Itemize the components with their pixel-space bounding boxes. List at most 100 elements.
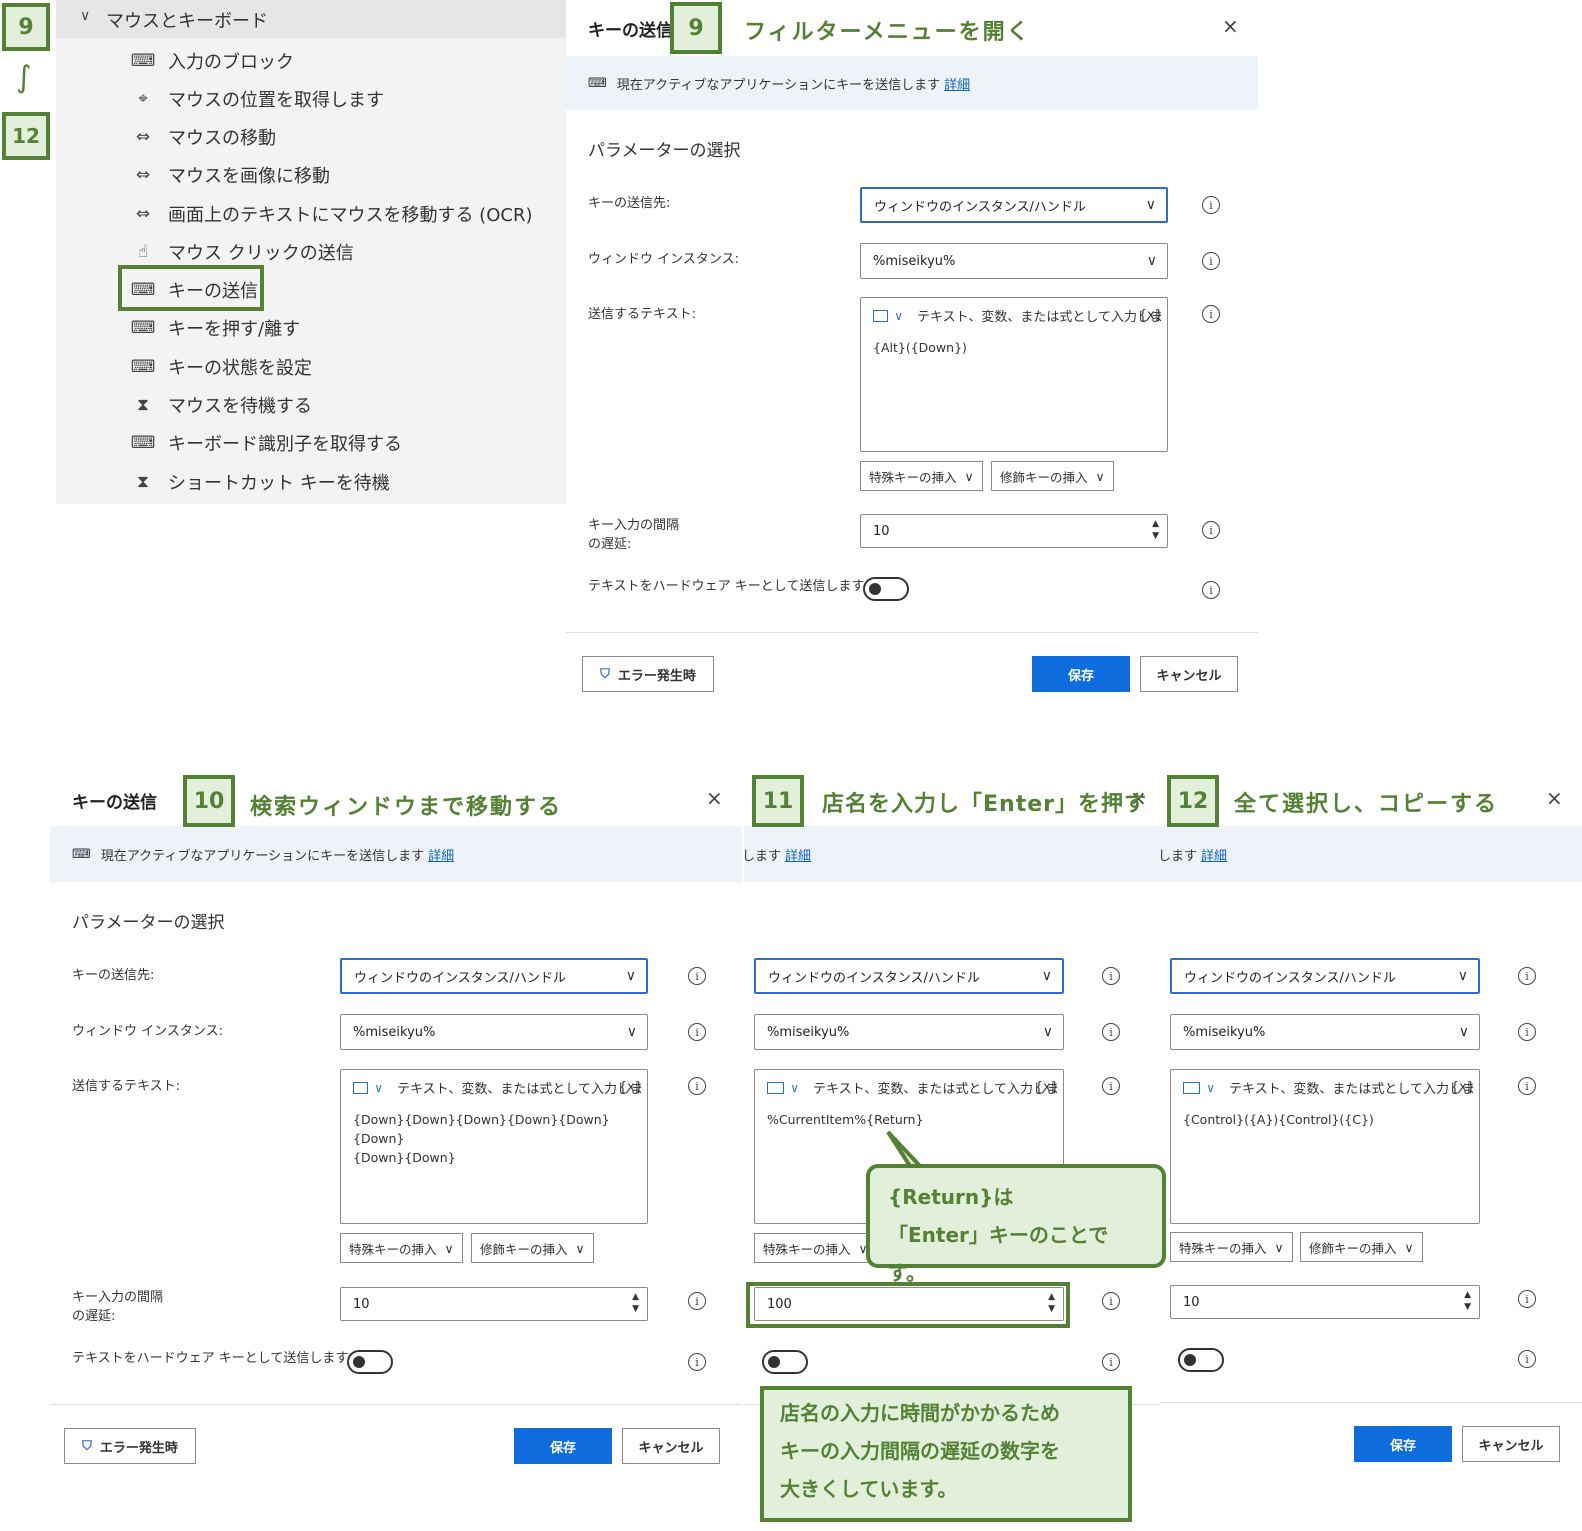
cancel-button[interactable]: キャンセル [622,1428,720,1464]
text-value: {Down}{Down}{Down}{Down}{Down}{Down} {Dow… [353,1112,610,1165]
action-item[interactable]: ☝ マウス クリックの送信 [130,235,354,269]
special-key-button[interactable]: 特殊キーの挿入 ∨ [860,461,983,491]
mouse-move-icon: ⇔ [135,127,151,147]
label-target: キーの送信先: [72,968,155,983]
step-12-badge: 12 [1167,775,1219,827]
save-button[interactable]: 保存 [1032,656,1130,692]
variable-button[interactable]: {x} [1139,308,1163,323]
close-icon[interactable]: × [1222,14,1239,38]
shield-icon: ⛉ [600,666,610,682]
hardware-toggle[interactable] [762,1350,808,1374]
error-handling-button[interactable]: ⛉ エラー発生時 [582,656,714,692]
keyboard-icon: ⌨ [72,846,91,862]
cancel-button[interactable]: キャンセル [1462,1426,1560,1462]
hardware-toggle[interactable] [1178,1348,1224,1372]
action-item-label: マウス クリックの送信 [168,243,354,264]
delay-value: 10 [1183,1294,1200,1310]
info-icon: i [1202,305,1220,323]
hourglass-icon: ⧗ [137,395,149,415]
keyboard-icon: ⌨ [130,357,156,377]
target-dropdown[interactable]: ウィンドウのインスタンス/ハンドル ∨ [1170,958,1480,994]
action-item[interactable]: ⧗ ショートカット キーを待機 [130,465,390,499]
error-handling-button[interactable]: ⛉ エラー発生時 [64,1428,196,1464]
action-item[interactable]: ⇔ マウスを画像に移動 [130,158,330,192]
mouse-move-icon: ⇔ [135,165,151,185]
modifier-key-button[interactable]: 修飾キーの挿入 ∨ [1300,1232,1423,1262]
info-icon: i [1102,1353,1120,1371]
delay-input[interactable]: 10 ▲ ▼ [340,1287,648,1321]
spinner-icon[interactable]: ▲ ▼ [1464,1289,1471,1313]
special-key-button[interactable]: 特殊キーの挿入 ∨ [754,1233,877,1263]
info-icon: i [1518,1077,1536,1095]
text-input[interactable]: ∨ テキスト、変数、または式として入力しま {x} {Alt}({Down}) [860,297,1168,452]
variable-icon[interactable] [767,1081,785,1094]
chevron-down-icon[interactable]: ∨ [1206,1081,1215,1095]
variable-button[interactable]: {x} [619,1080,643,1095]
text-input[interactable]: ∨ テキスト、変数、または式として入力しま {x} {Down}{Down}{Dow… [340,1069,648,1224]
target-dropdown[interactable]: ウィンドウのインスタンス/ハンドル ∨ [340,958,648,994]
close-icon[interactable]: × [706,786,723,810]
info-icon: i [688,1023,706,1041]
text-input[interactable]: ∨ テキスト、変数、または式として入力しま {x} {Control}({A}){C… [1170,1069,1480,1224]
instance-dropdown[interactable]: %miseikyu% ∨ [860,243,1168,279]
close-icon[interactable]: × [1546,786,1563,810]
special-key-button[interactable]: 特殊キーの挿入 ∨ [1170,1232,1293,1262]
info-banner: 送信します 詳細 [1160,826,1582,882]
keyboard-icon: ⌨ [130,318,156,338]
variable-button[interactable]: {x} [1035,1080,1059,1095]
details-link[interactable]: 詳細 [785,845,811,864]
target-dropdown[interactable]: ウィンドウのインスタンス/ハンドル ∨ [754,958,1064,994]
details-link[interactable]: 詳細 [1201,845,1227,864]
action-item-label: マウスの位置を取得します [168,90,384,111]
details-link[interactable]: 詳細 [944,74,970,93]
variable-icon[interactable] [1183,1081,1201,1094]
action-item[interactable]: ⧗ マウスを待機する [130,388,312,422]
action-item[interactable]: ⌨ 入力のブロック [130,44,294,78]
target-dropdown[interactable]: ウィンドウのインスタンス/ハンドル ∨ [860,187,1168,223]
action-item[interactable]: ⌨ キーボード識別子を取得する [130,426,402,460]
chevron-down-icon: ∨ [1457,968,1468,984]
chevron-down-icon[interactable]: ∨ [374,1081,383,1095]
action-item[interactable]: ⌨ キーの状態を設定 [130,350,312,384]
instance-dropdown[interactable]: %miseikyu% ∨ [754,1014,1064,1050]
delay-input[interactable]: 10 ▲ ▼ [860,514,1168,548]
modifier-key-button[interactable]: 修飾キーの挿入 ∨ [471,1233,594,1263]
delay-value: 10 [873,523,890,539]
variable-icon[interactable] [353,1081,369,1094]
instance-dropdown[interactable]: %miseikyu% ∨ [1170,1014,1480,1050]
step-10-badge: 10 [183,775,235,827]
action-item-label: キーボード識別子を取得する [168,434,402,455]
save-button[interactable]: 保存 [514,1428,612,1464]
banner-text: 送信します [1160,848,1198,864]
hardware-toggle[interactable] [347,1350,393,1374]
actions-panel: ∨ マウスとキーボード ⌨ 入力のブロック ⌖ マウスの位置を取得します ⇔ マウスの移動… [56,0,566,504]
step-9-title: フィルターメニューを開く [744,20,1031,45]
action-item[interactable]: ⇔ マウスの移動 [130,120,276,154]
variable-icon[interactable] [873,309,889,322]
step-11-badge: 11 [752,775,804,827]
chevron-down-icon: ∨ [1041,968,1052,984]
cancel-button[interactable]: キャンセル [1140,656,1238,692]
modifier-key-button[interactable]: 修飾キーの挿入 ∨ [991,461,1114,491]
hardware-toggle[interactable] [863,577,909,601]
spinner-icon[interactable]: ▲ ▼ [1152,518,1159,542]
chevron-down-icon[interactable]: ∨ [790,1081,799,1095]
spinner-icon[interactable]: ▲ ▼ [632,1291,639,1315]
chevron-down-icon: ∨ [80,8,91,24]
chevron-down-icon: ∨ [626,1024,637,1040]
details-link[interactable]: 詳細 [428,845,454,864]
label-text: 送信するテキスト: [72,1079,180,1094]
hourglass-icon: ⧗ [137,472,149,492]
variable-button[interactable]: {x} [1451,1080,1475,1095]
special-key-button[interactable]: 特殊キーの挿入 ∨ [340,1233,463,1263]
info-icon: i [1518,1023,1536,1041]
save-button[interactable]: 保存 [1354,1426,1452,1462]
action-item[interactable]: ⌨ キーを押す/離す [130,311,300,345]
action-item[interactable]: ⇔ 画面上のテキストにマウスを移動する (OCR) [130,197,533,231]
delay-input[interactable]: 10 ▲ ▼ [1170,1285,1480,1319]
instance-dropdown[interactable]: %miseikyu% ∨ [340,1014,648,1050]
dialog-title: キーの送信 [72,793,157,813]
chevron-down-icon[interactable]: ∨ [894,309,903,323]
group-header[interactable]: ∨ マウスとキーボード [56,0,566,38]
action-item[interactable]: ⌖ マウスの位置を取得します [130,82,384,116]
